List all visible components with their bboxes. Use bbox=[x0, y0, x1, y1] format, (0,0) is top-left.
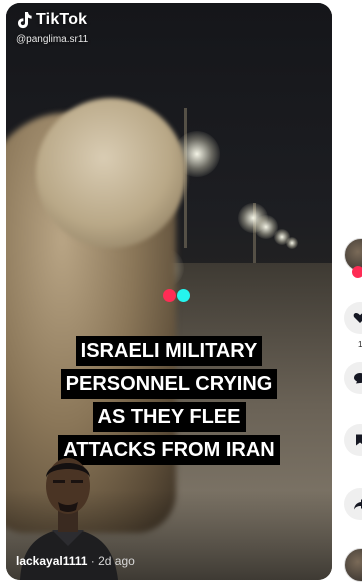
tiktok-logo-icon bbox=[18, 12, 32, 29]
action-sidebar: 1 bbox=[340, 0, 362, 585]
video-player[interactable]: TikTok @panglima.sr11 ISRAELI MILITARY P… bbox=[6, 3, 332, 580]
author-name[interactable]: lackayal1111 bbox=[16, 554, 87, 568]
post-time: 2d ago bbox=[98, 554, 135, 568]
like-heart-icon[interactable] bbox=[344, 302, 362, 334]
like-count: 1 bbox=[358, 340, 362, 349]
comment-icon[interactable] bbox=[344, 362, 362, 394]
share-icon[interactable] bbox=[344, 488, 362, 520]
caption-line: AS THEY FLEE bbox=[92, 402, 246, 432]
tiktok-watermark: TikTok bbox=[16, 11, 87, 29]
follow-plus-icon[interactable] bbox=[352, 266, 362, 278]
brand-label: TikTok bbox=[36, 11, 88, 28]
video-meta: lackayal1111 · 2d ago bbox=[16, 554, 135, 568]
tiktok-dots-icon bbox=[163, 289, 190, 302]
bookmark-icon[interactable] bbox=[344, 424, 362, 456]
caption-line: ISRAELI MILITARY bbox=[75, 336, 263, 366]
sound-avatar[interactable] bbox=[344, 548, 362, 582]
watermark-handle: @panglima.sr11 bbox=[16, 34, 89, 45]
caption-line: PERSONNEL CRYING bbox=[60, 369, 278, 399]
